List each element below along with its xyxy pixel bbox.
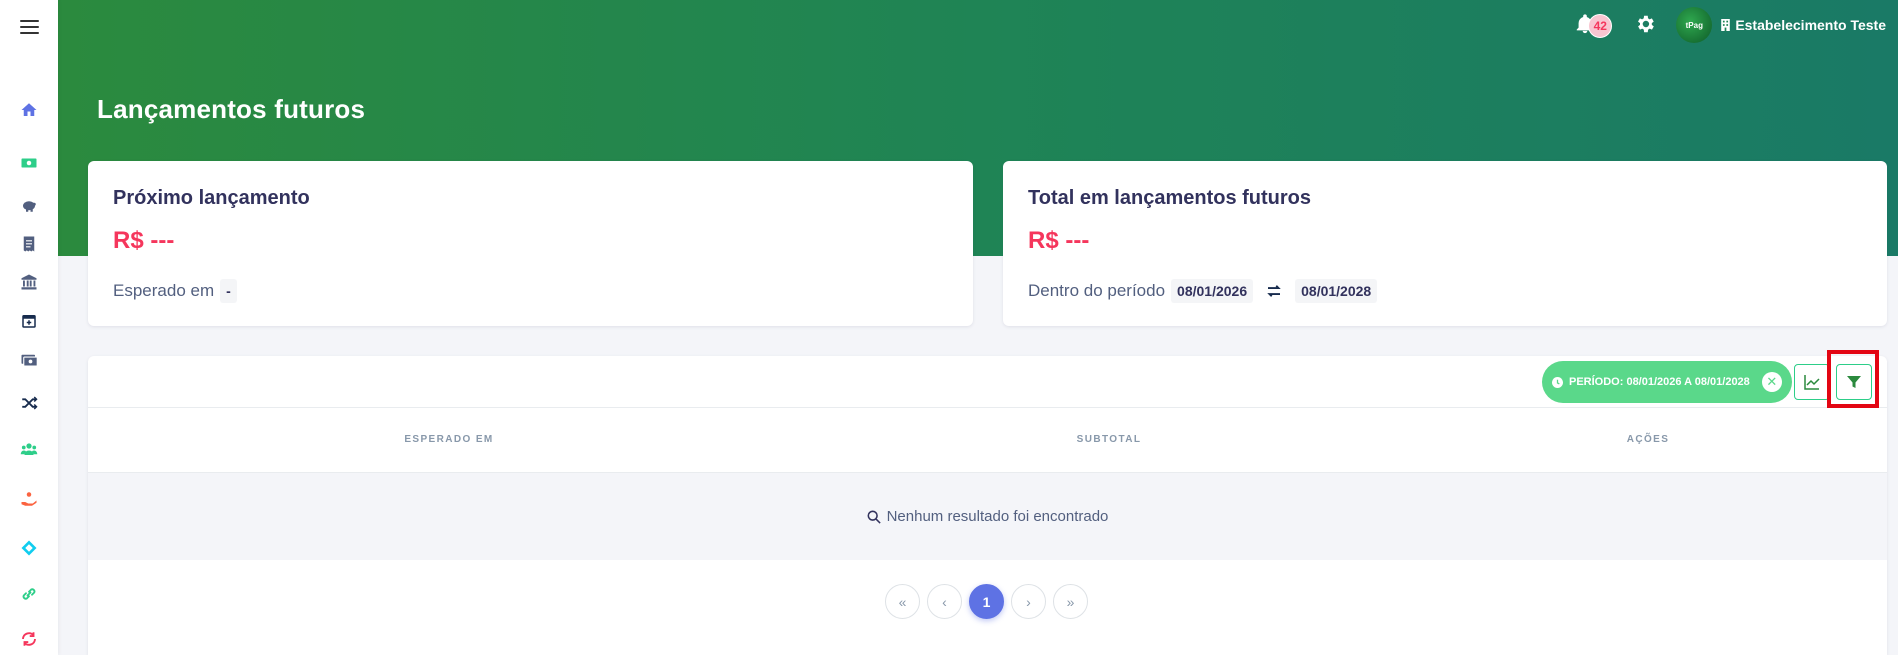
page-title: Lançamentos futuros <box>97 94 366 124</box>
pagination: « ‹ 1 › » <box>885 584 1088 619</box>
next-release-card: Próximo lançamento R$ --- Esperado em - <box>88 161 973 326</box>
users-icon[interactable] <box>19 439 39 459</box>
pagination-prev-button[interactable]: ‹ <box>927 584 962 619</box>
releases-table-card: PERÍODO: 08/01/2026 A 08/01/2028 ✕ ESPER… <box>88 350 1887 655</box>
notification-badge: 42 <box>1588 14 1613 38</box>
calendar-plus-icon[interactable] <box>19 311 39 331</box>
table-header: ESPERADO EM SUBTOTAL AÇÕES <box>88 408 1887 473</box>
bank-icon[interactable] <box>19 272 39 292</box>
pagination-first-button[interactable]: « <box>885 584 920 619</box>
column-header-subtotal: SUBTOTAL <box>1076 434 1142 445</box>
pagination-page-button[interactable]: 1 <box>969 584 1004 619</box>
top-navbar: 42 tPag Estabelecimento Teste <box>1574 7 1886 43</box>
card-amount: R$ --- <box>113 227 175 254</box>
clock-icon <box>1552 376 1563 388</box>
close-icon[interactable]: ✕ <box>1761 372 1782 392</box>
line-chart-icon <box>1804 375 1820 390</box>
card-title: Total em lançamentos futuros <box>1028 187 1312 209</box>
card-amount: R$ --- <box>1028 227 1090 254</box>
building-icon <box>1721 19 1731 31</box>
hand-coin-icon[interactable] <box>19 489 39 509</box>
table-toolbar: PERÍODO: 08/01/2026 A 08/01/2028 ✕ <box>88 350 1887 408</box>
filter-button[interactable] <box>1836 364 1872 400</box>
period-filter-chip[interactable]: PERÍODO: 08/01/2026 A 08/01/2028 ✕ <box>1542 361 1792 403</box>
link-icon[interactable] <box>19 584 39 604</box>
avatar-logo-text: tPag <box>1685 20 1703 30</box>
money-check-icon[interactable] <box>19 350 39 370</box>
card-subtitle: Dentro do período 08/01/2026 08/01/2028 <box>1028 279 1378 303</box>
search-icon <box>867 510 881 524</box>
period-end-date: 08/01/2028 <box>1295 279 1378 303</box>
avatar[interactable]: tPag <box>1676 7 1713 43</box>
filter-chip-label: PERÍODO: 08/01/2026 A 08/01/2028 <box>1569 376 1750 388</box>
empty-message: Nenhum resultado foi encontrado <box>886 508 1109 525</box>
home-icon[interactable] <box>19 100 39 120</box>
money-icon[interactable] <box>19 153 39 173</box>
shuffle-icon[interactable] <box>19 393 39 413</box>
expected-label: Esperado em <box>113 281 215 300</box>
period-start-date: 08/01/2026 <box>1171 279 1254 303</box>
column-header-expected: ESPERADO EM <box>404 434 494 445</box>
menu-toggle-icon[interactable] <box>20 20 39 36</box>
period-label: Dentro do período <box>1028 281 1166 300</box>
expected-date: - <box>220 279 237 303</box>
piggy-bank-icon[interactable] <box>19 195 39 215</box>
swap-icon <box>1267 285 1281 297</box>
sidebar <box>0 0 58 655</box>
user-name-label: Estabelecimento Teste <box>1735 17 1886 33</box>
total-future-card: Total em lançamentos futuros R$ --- Dent… <box>1003 161 1887 326</box>
filter-icon <box>1847 376 1861 388</box>
settings-button[interactable] <box>1634 13 1658 37</box>
receipt-icon[interactable] <box>19 234 39 254</box>
user-menu[interactable]: Estabelecimento Teste <box>1720 17 1886 33</box>
card-title: Próximo lançamento <box>113 187 310 209</box>
column-header-actions: AÇÕES <box>1626 434 1670 445</box>
pagination-next-button[interactable]: › <box>1011 584 1046 619</box>
card-subtitle: Esperado em - <box>113 279 237 303</box>
notifications-button[interactable]: 42 <box>1574 13 1613 38</box>
pagination-last-button[interactable]: » <box>1053 584 1088 619</box>
gear-icon <box>1638 15 1655 33</box>
sync-icon[interactable] <box>19 629 39 649</box>
chart-button[interactable] <box>1794 364 1830 400</box>
pix-icon[interactable] <box>19 538 39 558</box>
empty-state-row: Nenhum resultado foi encontrado <box>88 473 1887 560</box>
